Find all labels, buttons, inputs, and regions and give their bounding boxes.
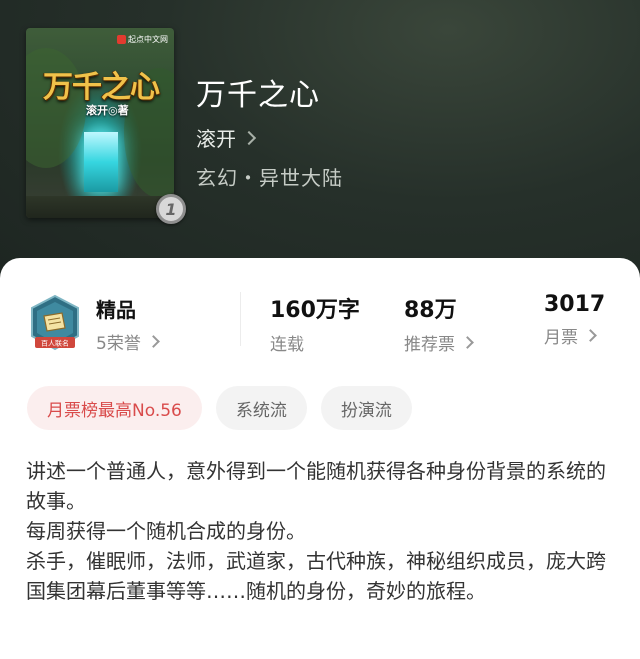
cover-publisher: 起点中文网 [117,34,168,45]
honor-subtitle: 5荣誉 [96,334,141,354]
monthly-votes-stat[interactable]: 3017 月票 [544,292,605,348]
recommend-votes-label: 推荐票 [404,335,455,355]
tag-list: 月票榜最高No.56 系统流 扮演流 [27,386,412,430]
book-title: 万千之心 [196,78,320,113]
tag-roleplay[interactable]: 扮演流 [320,386,412,430]
word-count-label: 连载 [270,335,304,355]
book-description[interactable]: 讲述一个普通人，意外得到一个能随机获得各种身份背景的系统的故事。 每周获得一个随… [26,456,616,606]
monthly-votes-value: 3017 [544,292,606,317]
tag-system[interactable]: 系统流 [215,386,307,430]
cover-portal [84,132,118,192]
monthly-votes-label: 月票 [544,328,578,348]
cover-author: 滚开◎著 [86,104,129,117]
publisher-logo-icon [117,35,126,44]
author-link[interactable]: 滚开 [196,123,257,152]
genre-label: 玄幻・异世大陆 [196,166,343,190]
word-count-stat: 160万字 连载 [270,292,360,355]
tag-ranking[interactable]: 月票榜最高No.56 [27,386,202,430]
chevron-right-icon [461,336,474,349]
recommend-votes-label-row: 推荐票 [404,330,474,355]
chevron-right-icon [584,329,597,342]
honor-title: 精品 [96,298,136,322]
volume-badge: 1 [156,194,186,224]
cover-publisher-label: 起点中文网 [128,35,168,44]
honor-badge-icon[interactable]: 百人联名 [29,294,81,352]
description-paragraph: 杀手，催眠师，法师，武道家，古代种族，神秘组织成员，庞大跨国集团幕后董事等等……… [26,549,606,603]
cover-title: 万千之心 [43,70,160,105]
recommend-votes-stat[interactable]: 88万 推荐票 [404,292,474,355]
honor-subtitle-row: 5荣誉 [96,329,160,354]
honor-badge-text: 百人联名 [41,339,69,348]
book-cover[interactable]: 起点中文网 万千之心 滚开◎著 [26,28,174,218]
recommend-votes-value: 88万 [404,298,457,323]
honor-stat[interactable]: 精品 5荣誉 [96,294,160,354]
word-count-value: 160万字 [270,298,360,323]
description-paragraph: 讲述一个普通人，意外得到一个能随机获得各种身份背景的系统的故事。 [26,459,606,513]
stats-divider [240,292,241,346]
description-paragraph: 每周获得一个随机合成的身份。 [26,519,306,543]
author-name: 滚开 [196,127,236,151]
chevron-right-icon [146,335,160,348]
cover-ground [26,196,174,218]
chevron-right-icon [241,130,257,145]
monthly-votes-label-row: 月票 [544,323,605,348]
